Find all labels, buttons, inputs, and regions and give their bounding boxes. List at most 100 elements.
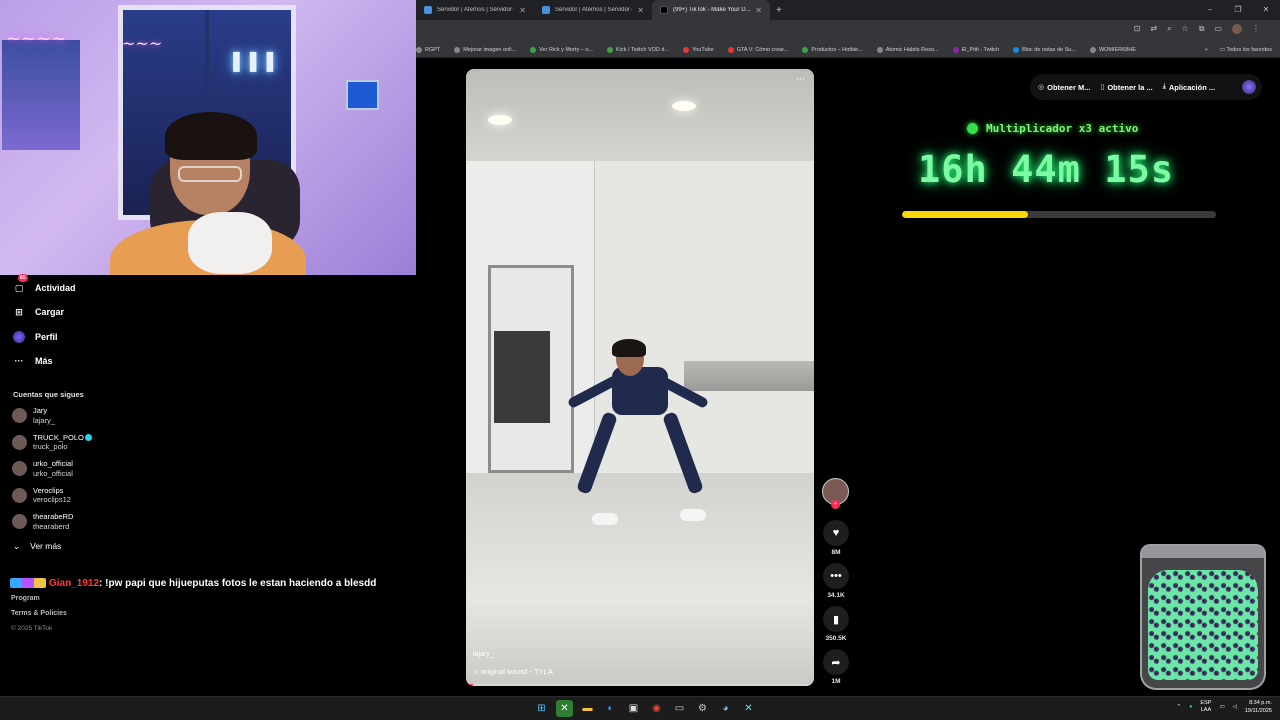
translate-icon[interactable]: ⇄	[1150, 24, 1157, 34]
new-tab-button[interactable]: +	[770, 5, 788, 16]
terminal-icon[interactable]: ▭	[671, 700, 688, 717]
sidebar-item-activity[interactable]: ▢ 85 Actividad	[13, 274, 76, 294]
countdown-timer: 16h 44m 15s	[918, 148, 1175, 191]
video-player[interactable]: ··· lajary_ ♫ original sound - TYLA	[466, 69, 814, 686]
sidebar-item-upload[interactable]: ⊞ Cargar	[13, 306, 64, 318]
video-more-button[interactable]: ···	[796, 73, 805, 85]
account-names: Veroclips veroclips12	[33, 486, 71, 505]
video-progress-bar[interactable]	[466, 684, 814, 686]
footer-program-link[interactable]: Program	[11, 591, 67, 606]
settings-icon[interactable]: ⚙	[694, 700, 711, 717]
system-tray: ⌃ ● ESP LAA ▭ ◁ 8:34 p.m. 19/11/2025	[1176, 699, 1272, 715]
install-icon[interactable]: ⊡	[1134, 24, 1141, 34]
following-account[interactable]: Jary lajary_	[12, 406, 55, 425]
follow-plus-icon[interactable]: +	[831, 500, 840, 509]
bookmark-item[interactable]: Productos – Hotbie...	[802, 46, 863, 53]
chrome-icon[interactable]: ◉	[648, 700, 665, 717]
bookmark-item[interactable]: RGPT	[416, 46, 441, 53]
neon-sign-right: ❚❚❚	[228, 50, 279, 72]
bookmark-item[interactable]: Atomic Habits Reso...	[876, 46, 939, 53]
xbox-icon[interactable]: ✕	[556, 700, 573, 717]
zoom-icon[interactable]: ⌕	[1167, 24, 1171, 34]
bookmarks-overflow-button[interactable]: »	[1205, 47, 1208, 53]
bookmark-item[interactable]: GTA V: Cómo crear...	[727, 46, 789, 53]
volume-icon[interactable]: ◁	[1233, 704, 1237, 710]
more-dots-icon: ···	[14, 356, 24, 366]
tiktok-favicon-icon	[660, 6, 668, 14]
comment-button[interactable]: •••	[823, 563, 849, 589]
save-button[interactable]: ▮	[823, 606, 849, 632]
sidebar-item-more[interactable]: ··· Más	[13, 355, 53, 367]
sidebar-item-profile[interactable]: Perfil	[13, 331, 58, 343]
account-name: Jary	[33, 406, 48, 415]
bookmark-favicon-icon	[802, 46, 809, 53]
file-explorer-icon[interactable]: ▬	[579, 700, 596, 717]
chat-username: Gian_1912	[49, 578, 100, 589]
avatar	[12, 434, 27, 450]
account-names: urko_official urko_official	[33, 459, 73, 478]
bookmark-item[interactable]: Kick / Twitch VOD d...	[606, 46, 669, 53]
bookmark-label: El_Pitti - Twitch	[961, 46, 1000, 53]
following-account[interactable]: urko_official urko_official	[12, 459, 73, 478]
taskbar-apps: ⊞ ✕ ▬ ◐ ▣ ◉ ▭ ⚙ ◕ ✕	[533, 700, 757, 717]
user-avatar[interactable]	[1242, 80, 1256, 94]
multiplier-label: Multiplicador x3 activo	[986, 122, 1139, 135]
upload-icon: ⊞	[15, 306, 23, 317]
maximize-button[interactable]: ❐	[1224, 0, 1252, 20]
profile-avatar[interactable]	[1232, 24, 1242, 34]
get-coins-button[interactable]: ◎ Obtener M...	[1038, 83, 1090, 92]
tab-close-icon[interactable]: ✕	[519, 6, 526, 15]
extensions-icon[interactable]: ⧉	[1199, 24, 1205, 34]
bookmark-item[interactable]: YouTube	[683, 46, 714, 53]
bookmark-label: RGPT	[425, 46, 441, 53]
save-count: 350.5K	[825, 635, 847, 642]
capcut-icon[interactable]: ✕	[740, 700, 757, 717]
clock[interactable]: 8:34 p.m. 19/11/2025	[1245, 699, 1272, 715]
tray-chevron-icon[interactable]: ⌃	[1176, 704, 1181, 710]
footer-terms-link[interactable]: Terms & Policies	[11, 606, 67, 621]
video-author[interactable]: lajary_	[473, 651, 494, 658]
following-account[interactable]: thearabeRD thearaberd	[12, 512, 73, 531]
bookmark-label: GTA V: Cómo crear...	[736, 46, 789, 53]
activity-badge: 85	[18, 274, 28, 282]
like-button[interactable]: ♥	[823, 520, 849, 546]
video-progress-fill	[466, 684, 473, 686]
windows-start-icon[interactable]: ⊞	[533, 700, 550, 717]
dancer-hair	[612, 339, 646, 357]
tab-aternos-2[interactable]: Servidor | Aternos | Servidor de ✕	[534, 0, 652, 20]
share-button[interactable]: ➦	[823, 649, 849, 675]
bookmark-item[interactable]: Mejorar imagen onli...	[454, 46, 516, 53]
minimize-button[interactable]: –	[1196, 0, 1224, 20]
profile-icon	[13, 331, 25, 343]
steam-icon[interactable]: ◕	[717, 700, 734, 717]
get-app-button[interactable]: ▯ Obtener la ...	[1100, 83, 1152, 92]
verified-badge-icon	[84, 434, 92, 442]
sidebar-icon[interactable]: ▭	[1214, 24, 1222, 34]
timer-progress-fill	[902, 211, 1028, 218]
mic-icon[interactable]: ●	[1189, 704, 1192, 710]
bookmark-favicon-icon	[454, 46, 461, 53]
bookmark-item[interactable]: WOMIER68HE	[1089, 46, 1136, 53]
store-icon[interactable]: ▣	[625, 700, 642, 717]
bookmark-star-icon[interactable]: ☆	[1182, 24, 1189, 34]
tab-aternos[interactable]: Servidor | Aternos | Servidor de ✕	[416, 0, 534, 20]
edge-icon[interactable]: ◐	[602, 700, 619, 717]
bookmark-item[interactable]: El_Pitti - Twitch	[952, 46, 1000, 53]
network-icon[interactable]: ▭	[1219, 704, 1224, 710]
bookmark-item[interactable]: Bloc de notas de Su...	[1013, 46, 1076, 53]
video-sound[interactable]: ♫ original sound - TYLA	[473, 667, 553, 676]
see-more-button[interactable]: ⌄ Ver más	[13, 541, 61, 552]
language-indicator[interactable]: ESP LAA	[1200, 700, 1211, 714]
tab-close-icon[interactable]: ✕	[637, 6, 644, 15]
following-account[interactable]: TRUCK_POLO truck_polo	[12, 433, 92, 452]
avatar	[12, 461, 27, 476]
close-window-button[interactable]: ✕	[1252, 0, 1280, 20]
following-account[interactable]: Veroclips veroclips12	[12, 486, 71, 505]
bookmark-item[interactable]: Ver Rick y Morty – o...	[530, 46, 593, 53]
account-names: TRUCK_POLO truck_polo	[33, 433, 92, 452]
desktop-app-button[interactable]: ⤓ Aplicación ...	[1163, 83, 1215, 92]
all-bookmarks-button[interactable]: ▭ Todos los favoritos	[1220, 47, 1272, 53]
menu-icon[interactable]: ⋮	[1252, 24, 1260, 34]
tab-tiktok[interactable]: (99+) TikTok - Make Your D... ✕	[652, 0, 770, 20]
tab-close-icon[interactable]: ✕	[755, 6, 762, 15]
